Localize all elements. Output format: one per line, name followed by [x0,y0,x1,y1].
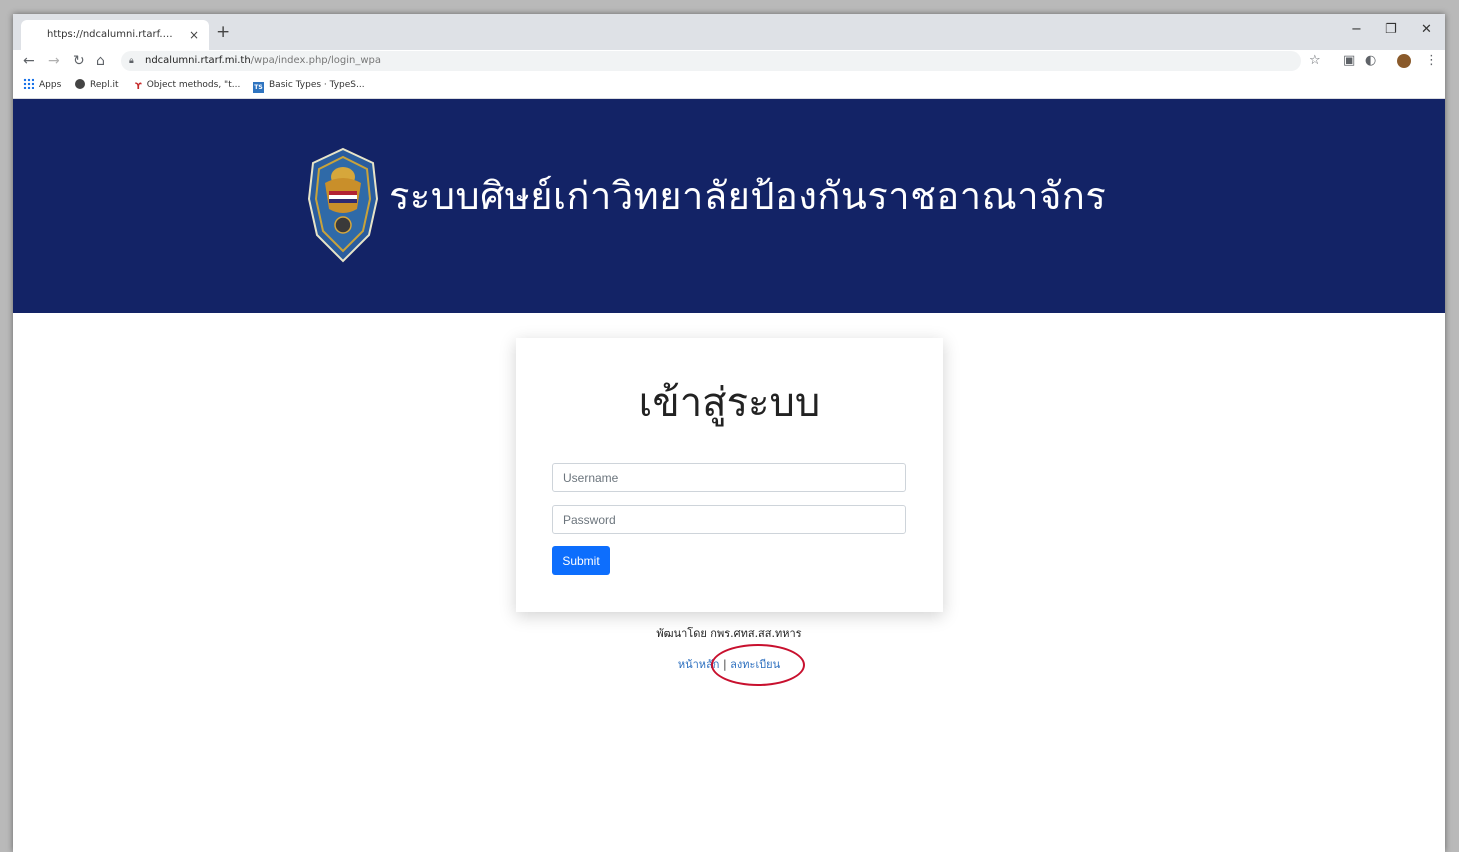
object-methods-icon: ϒ [135,82,142,92]
back-icon[interactable]: ← [23,51,35,71]
browser-toolbar: ← → ↻ ⌂ 🔒︎ ndcalumni.rtarf.mi.th/wpa/ind… [13,50,1445,72]
bookmark-apps[interactable]: Apps [23,78,61,92]
close-window-button[interactable]: ✕ [1421,20,1432,40]
tab-close-icon[interactable]: × [189,20,199,50]
reload-icon[interactable]: ↻ [73,51,85,71]
bookmark-label: Basic Types · TypeS... [269,80,365,90]
url-text: ndcalumni.rtarf.mi.th/wpa/index.php/logi… [145,51,381,71]
bookmark-object-methods[interactable]: ϒ Object methods, "t... [135,78,240,94]
password-input[interactable] [552,505,906,534]
bookmark-label: Apps [39,80,62,90]
bookmark-replit[interactable]: Repl.it [75,78,119,92]
browser-window: https://ndcalumni.rtarf.mi.th/wpa × + − … [13,14,1445,852]
forward-icon[interactable]: → [48,51,60,71]
home-icon[interactable]: ⌂ [96,51,105,71]
typescript-icon: TS [253,82,264,93]
dark-mode-extension-icon[interactable]: ◐ [1365,51,1376,71]
emblem-logo-icon [307,147,379,263]
tab-title: https://ndcalumni.rtarf.mi.th/wpa [47,29,181,40]
bookmark-label: Object methods, "t... [146,80,241,90]
footer-credit: พัฒนาโดย กพร.ศทส.สส.ทหาร [656,627,802,640]
browser-tab[interactable]: https://ndcalumni.rtarf.mi.th/wpa × [21,20,209,50]
username-input[interactable] [552,463,906,492]
tab-strip: https://ndcalumni.rtarf.mi.th/wpa × + − … [13,14,1445,50]
extension-icon[interactable]: ▣ [1343,51,1355,71]
replit-icon [75,79,85,89]
bookmark-label: Repl.it [90,80,119,90]
minimize-button[interactable]: − [1351,20,1362,40]
bookmarks-bar: Apps Repl.it ϒ Object methods, "t... TS Ba… [13,72,1445,99]
restore-button[interactable]: ❐ [1385,20,1397,40]
lock-icon: 🔒︎ [129,56,134,66]
annotation-circle [711,644,805,686]
bookmark-basic-types[interactable]: TS Basic Types · TypeS... [253,78,365,93]
apps-grid-icon [23,78,34,89]
new-tab-button[interactable]: + [216,21,230,43]
header-banner: ระบบศิษย์เก่าวิทยาลัยป้องกันราชอาณาจักร [13,99,1445,313]
site-title: ระบบศิษย์เก่าวิทยาลัยป้องกันราชอาณาจักร [389,174,1107,218]
url-path: /wpa/index.php/login_wpa [250,55,382,66]
login-card: เข้าสู่ระบบ Submit [516,338,943,612]
bookmark-star-icon[interactable]: ☆ [1309,51,1321,71]
profile-avatar[interactable] [1397,54,1411,68]
url-host: ndcalumni.rtarf.mi.th [145,55,251,66]
menu-icon[interactable]: ⋮ [1425,51,1438,71]
address-bar[interactable]: 🔒︎ ndcalumni.rtarf.mi.th/wpa/index.php/l… [121,51,1301,71]
submit-button[interactable]: Submit [552,546,610,575]
page-viewport: ระบบศิษย์เก่าวิทยาลัยป้องกันราชอาณาจักร … [13,99,1445,852]
login-heading: เข้าสู่ระบบ [638,380,821,426]
